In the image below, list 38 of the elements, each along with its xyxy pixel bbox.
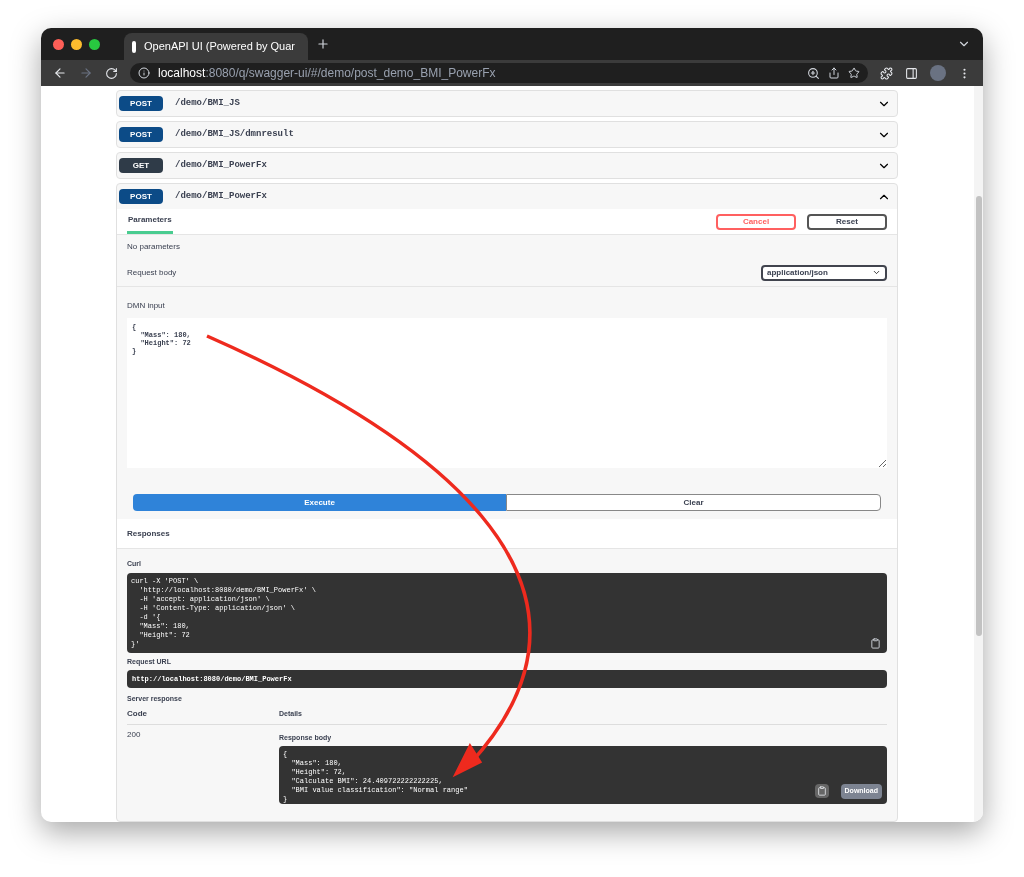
reload-icon[interactable] <box>105 66 118 80</box>
no-parameters-text: No parameters <box>127 241 180 253</box>
zoom-icon[interactable] <box>807 66 820 80</box>
operation-header[interactable]: GET /demo/BMI_PowerFx <box>117 153 897 178</box>
endpoint-path: /demo/BMI_JS <box>175 96 240 110</box>
operation-header[interactable]: POST /demo/BMI_PowerFx <box>117 184 897 209</box>
info-icon <box>138 67 150 79</box>
operation-header[interactable]: POST /demo/BMI_JS <box>117 91 897 116</box>
code-column-header: Code <box>127 708 148 720</box>
new-tab-icon[interactable] <box>316 37 330 51</box>
endpoint-path: /demo/BMI_JS/dmnresult <box>175 127 294 141</box>
dmn-input-label: DMN input <box>127 301 165 310</box>
execute-button[interactable]: Execute <box>133 494 506 511</box>
side-panel-icon[interactable] <box>905 66 918 80</box>
operation-header[interactable]: POST /demo/BMI_JS/dmnresult <box>117 122 897 147</box>
clear-button[interactable]: Clear <box>506 494 881 511</box>
reset-button[interactable]: Reset <box>807 213 887 230</box>
status-code: 200 <box>127 728 142 741</box>
method-badge: GET <box>119 158 163 173</box>
content-type-select[interactable]: application/json <box>761 264 887 281</box>
copy-icon[interactable] <box>870 637 881 649</box>
scrollbar-thumb[interactable] <box>975 196 982 636</box>
address-bar[interactable]: localhost:8080/q/swagger-ui/#/demo/post_demo_BMI_PowerFx <box>130 63 868 83</box>
browser-tab[interactable]: OpenAPI UI (Powered by Quar <box>124 33 308 60</box>
responses-heading: Responses <box>127 527 170 540</box>
endpoint-path: /demo/BMI_PowerFx <box>175 189 267 203</box>
star-icon[interactable] <box>848 67 860 79</box>
puzzle-icon[interactable] <box>880 66 893 80</box>
parameters-tab[interactable]: Parameters <box>127 209 173 234</box>
copy-icon[interactable] <box>815 784 829 798</box>
endpoint-path: /demo/BMI_PowerFx <box>175 158 267 172</box>
back-icon[interactable] <box>53 66 67 80</box>
request-body-label: Request body <box>127 266 177 279</box>
method-badge: POST <box>119 96 163 111</box>
chevron-down-icon <box>872 268 881 277</box>
method-badge: POST <box>119 127 163 142</box>
share-icon[interactable] <box>828 67 840 79</box>
method-badge: POST <box>119 189 163 204</box>
